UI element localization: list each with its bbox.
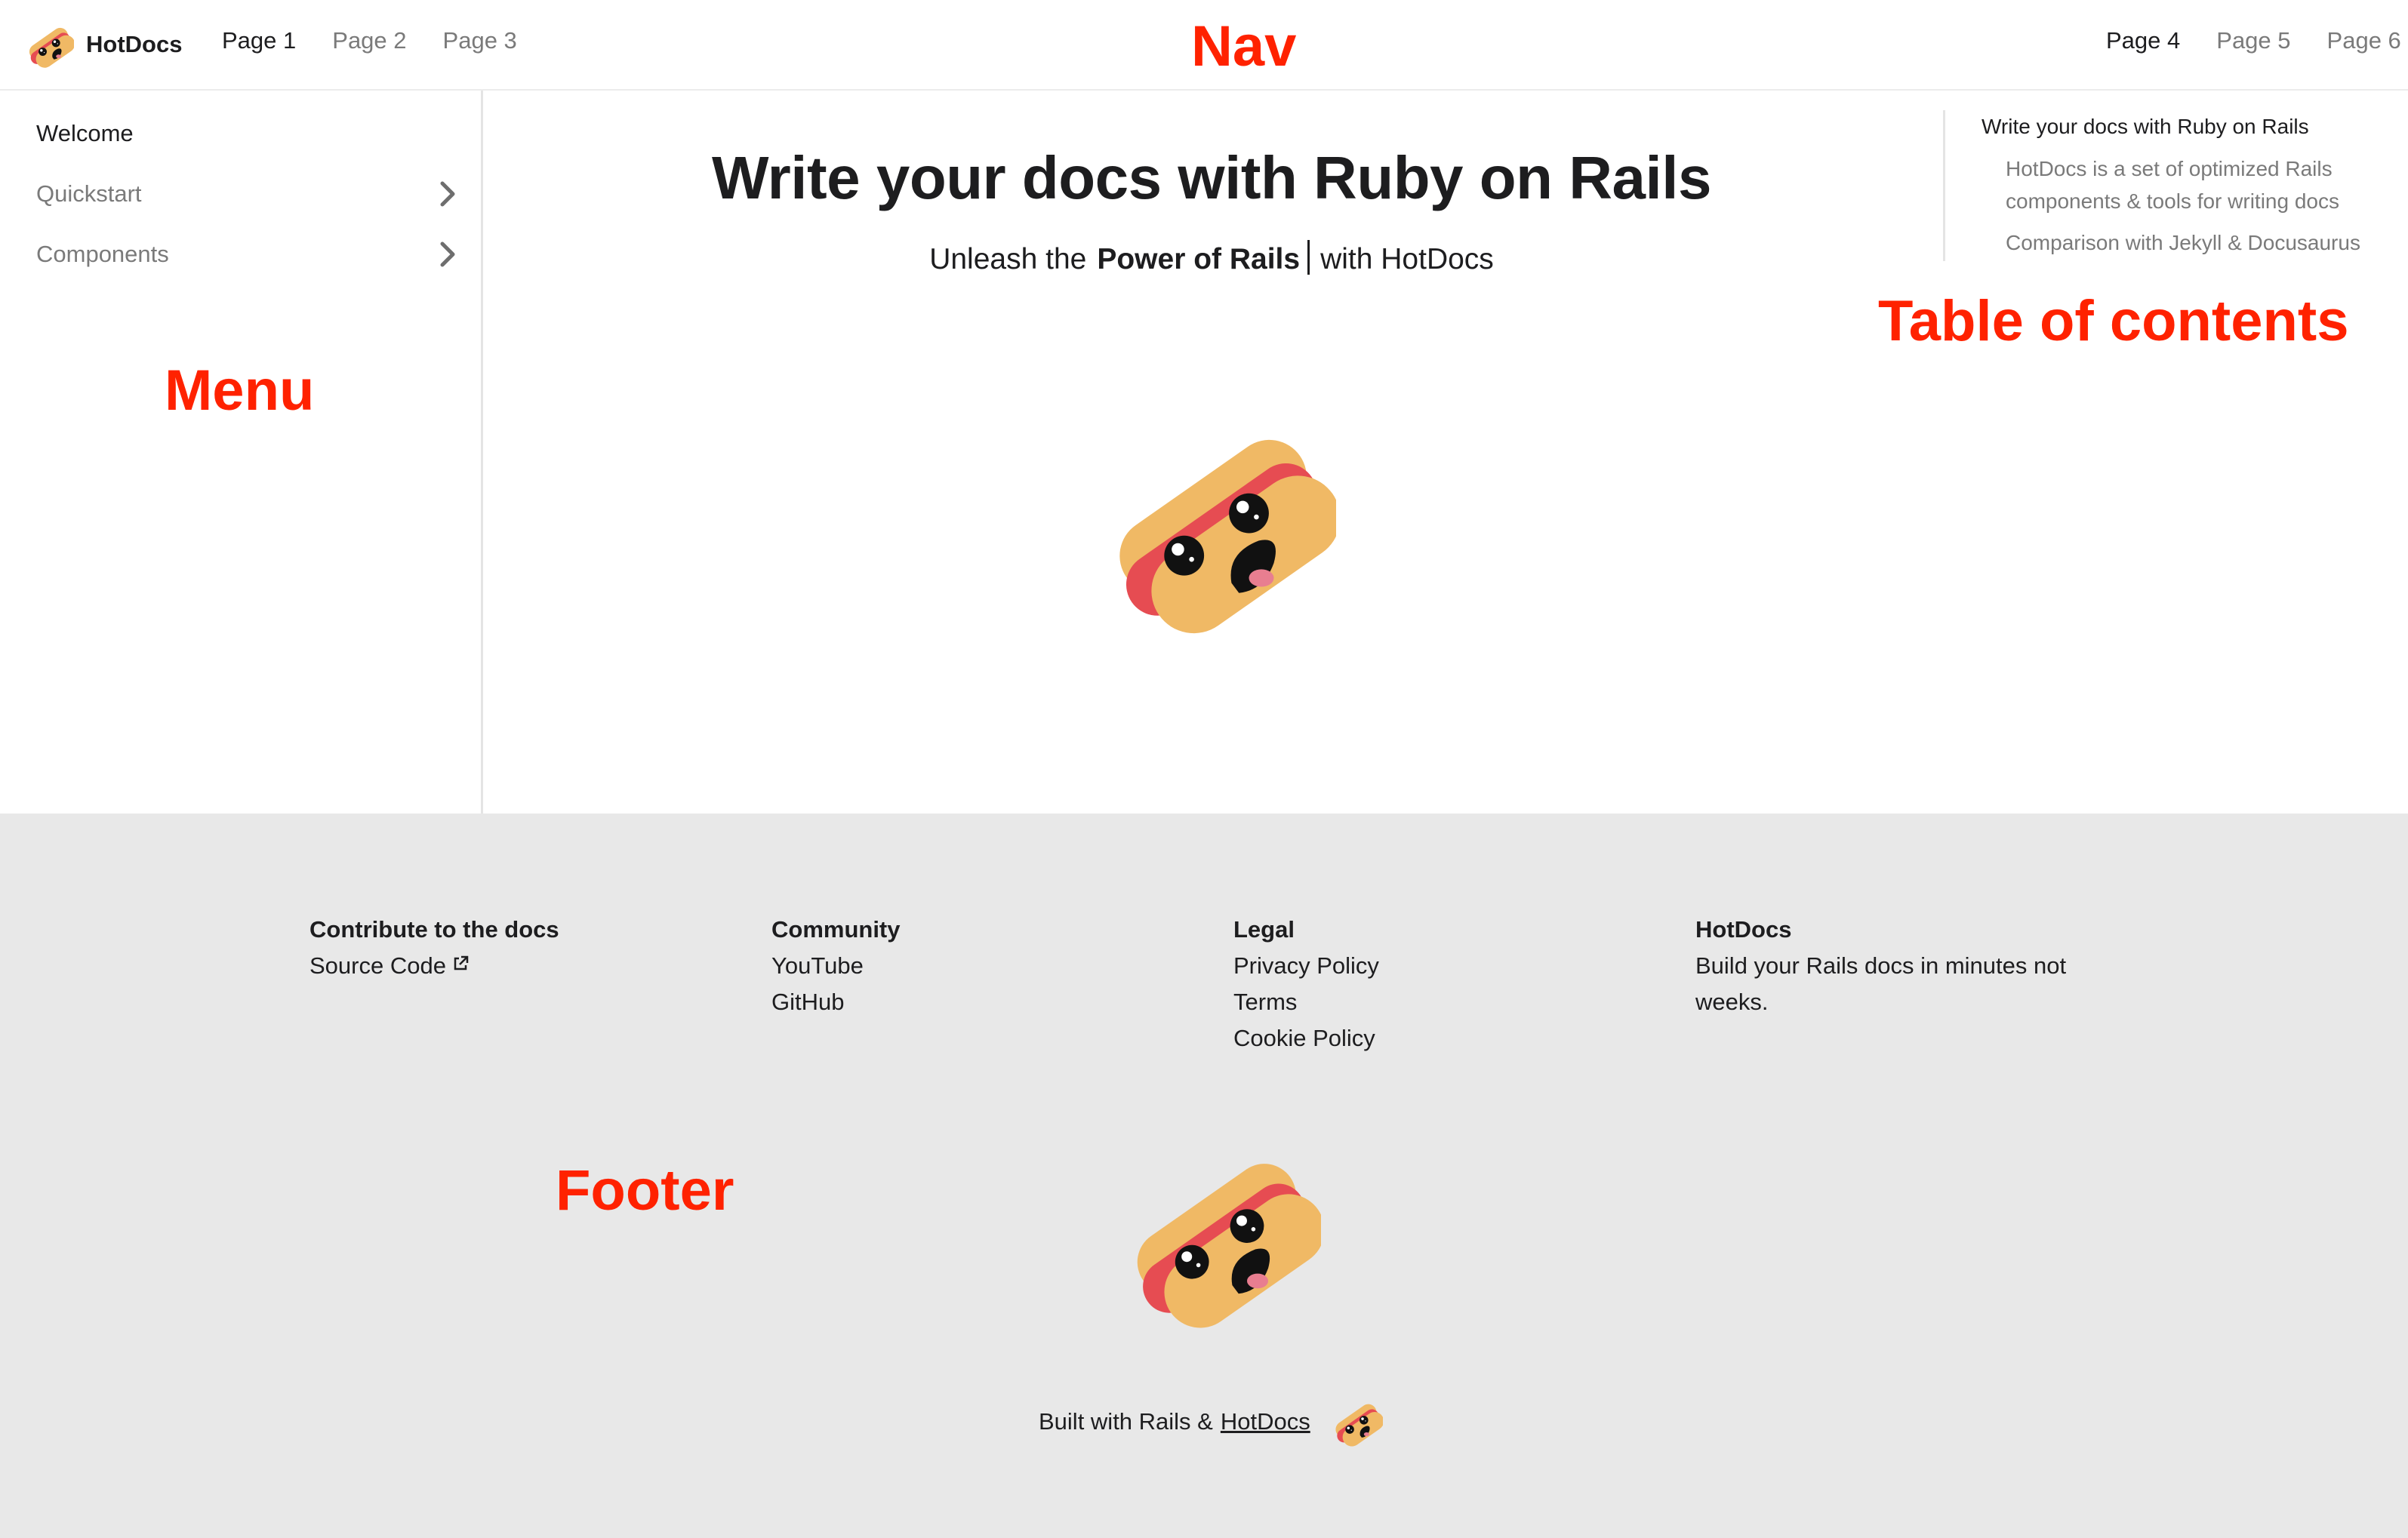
- footer-tagline-line: weeks.: [1695, 989, 1769, 1015]
- sidebar-item-label: Quickstart: [36, 180, 142, 207]
- sidebar-item-quickstart[interactable]: Quickstart: [36, 171, 459, 217]
- nav-link-page-6[interactable]: Page 6: [2327, 27, 2401, 54]
- built-with-text: Built with Rails &: [1039, 1408, 1213, 1435]
- nav-link-page-1[interactable]: Page 1: [222, 27, 296, 54]
- nav-annotation: Nav: [1191, 14, 1297, 78]
- hotdog-mascot-icon: [1110, 1123, 1321, 1342]
- top-nav: HotDocs Page 1 Page 2 Page 3 Nav Page 4 …: [0, 0, 2408, 91]
- footer-heading: Contribute to the docs: [309, 916, 559, 943]
- hotdog-logo-icon: [23, 19, 74, 70]
- source-code-link-label: Source Code: [309, 952, 446, 979]
- toc-item-heading[interactable]: Write your docs with Ruby on Rails: [1982, 115, 2309, 139]
- sidebar-item-welcome[interactable]: Welcome: [36, 111, 459, 156]
- footer-annotation: Footer: [556, 1158, 734, 1223]
- subtitle-prefix: Unleash the: [929, 243, 1087, 275]
- subtitle-highlight: Power of Rails: [1097, 243, 1301, 275]
- github-link[interactable]: GitHub: [771, 984, 901, 1020]
- sidebar-item-components[interactable]: Components: [36, 232, 459, 277]
- footer-heading: Community: [771, 916, 901, 943]
- table-of-contents: Write your docs with Ruby on Rails HotDo…: [1943, 110, 2398, 261]
- toc-annotation: Table of contents: [1878, 289, 2349, 353]
- nav-link-page-2[interactable]: Page 2: [332, 27, 406, 54]
- chevron-right-icon: [440, 181, 455, 207]
- typing-caret: [1307, 240, 1310, 275]
- footer-tagline-line: Build your Rails docs in minutes not: [1695, 952, 2067, 979]
- brand-name: HotDocs: [86, 31, 183, 57]
- brand-link[interactable]: HotDocs: [23, 18, 182, 71]
- footer-column-legal: Legal Privacy Policy Terms Cookie Policy: [1233, 912, 1379, 1057]
- privacy-policy-link[interactable]: Privacy Policy: [1233, 948, 1379, 984]
- menu-annotation: Menu: [165, 358, 315, 423]
- cookie-policy-link[interactable]: Cookie Policy: [1233, 1020, 1379, 1057]
- source-code-link[interactable]: Source Code: [309, 948, 559, 984]
- toc-item-comparison[interactable]: Comparison with Jekyll & Docusaurus: [2006, 226, 2398, 259]
- sidebar-item-label: Welcome: [36, 120, 134, 146]
- footer-column-contribute: Contribute to the docs Source Code: [309, 912, 559, 984]
- nav-links-right: Page 4 Page 5 Page 6: [2106, 27, 2401, 54]
- page-subtitle: Unleash the Power of Rails with HotDocs: [483, 240, 1940, 276]
- hotdocs-link[interactable]: HotDocs: [1221, 1408, 1310, 1435]
- nav-links-left: Page 1 Page 2 Page 3: [222, 27, 517, 54]
- external-link-icon: [454, 955, 469, 970]
- built-with-credit: Built with Rails & HotDocs: [1039, 1395, 1383, 1449]
- footer-column-community: Community YouTube GitHub: [771, 912, 901, 1020]
- footer-column-hotdocs: HotDocs Build your Rails docs in minutes…: [1695, 912, 2066, 1020]
- nav-link-page-4[interactable]: Page 4: [2106, 27, 2180, 54]
- youtube-link[interactable]: YouTube: [771, 948, 901, 984]
- hotdog-logo-icon: [1329, 1395, 1383, 1449]
- footer: Contribute to the docs Source Code Commu…: [0, 814, 2408, 1538]
- subtitle-suffix: with HotDocs: [1320, 243, 1494, 275]
- terms-link[interactable]: Terms: [1233, 984, 1379, 1020]
- hotdog-mascot-icon: [1087, 392, 1336, 649]
- footer-heading: Legal: [1233, 916, 1295, 943]
- nav-link-page-5[interactable]: Page 5: [2216, 27, 2290, 54]
- chevron-right-icon: [440, 241, 455, 267]
- sidebar-menu: Welcome Quickstart Components Menu: [0, 91, 483, 814]
- toc-item-hotdocs-intro[interactable]: HotDocs is a set of optimized Rails comp…: [2006, 152, 2398, 217]
- nav-link-page-3[interactable]: Page 3: [443, 27, 517, 54]
- page-title: Write your docs with Ruby on Rails: [712, 144, 1711, 211]
- sidebar-item-label: Components: [36, 241, 169, 267]
- footer-heading: HotDocs: [1695, 916, 1792, 943]
